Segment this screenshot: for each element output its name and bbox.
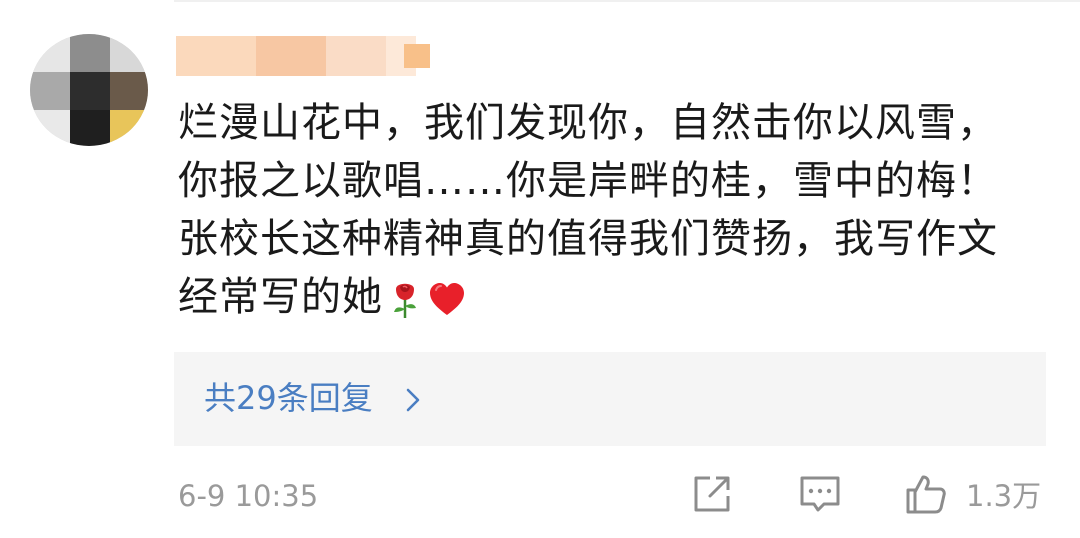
thumbs-up-icon[interactable] <box>904 472 948 516</box>
rose-emoji <box>394 283 416 318</box>
chevron-right-icon <box>406 388 420 412</box>
top-divider <box>174 0 1080 2</box>
share-icon[interactable] <box>690 472 734 516</box>
replies-count-label: 共29条回复 <box>204 379 373 417</box>
comment-line: 烂漫山花中，我们发现你，自然击你以风雪， <box>178 100 998 146</box>
username-blurred[interactable] <box>176 36 436 76</box>
like-count: 1.3万 <box>966 479 1042 513</box>
avatar[interactable] <box>30 34 148 146</box>
timestamp: 6-9 10:35 <box>178 479 319 513</box>
comment-text: 烂漫山花中，我们发现你，自然击你以风雪， 你报之以歌唱……你是岸畔的桂，雪中的梅… <box>178 94 1058 326</box>
comment-icon[interactable] <box>798 472 842 516</box>
red-heart-emoji <box>430 283 464 315</box>
comment-line: 张校长这种精神真的值得我们赞扬，我写作文 <box>178 216 998 262</box>
comment-line: 你报之以歌唱……你是岸畔的桂，雪中的梅！ <box>178 158 998 204</box>
comment-line-last: 经常写的她 <box>178 268 1058 326</box>
view-replies-button[interactable]: 共29条回复 <box>174 352 1046 446</box>
comment-line: 经常写的她 <box>178 274 383 320</box>
